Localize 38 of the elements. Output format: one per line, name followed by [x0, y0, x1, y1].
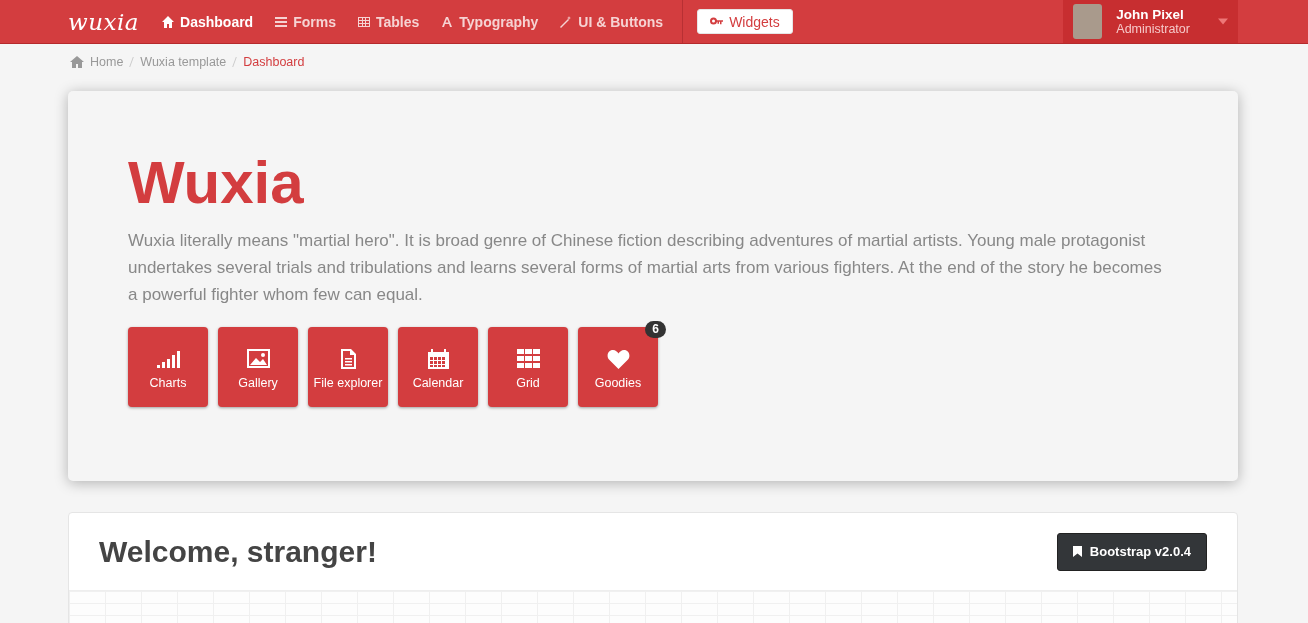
breadcrumb-link[interactable]: Home — [90, 55, 124, 69]
letter-icon — [441, 15, 454, 28]
grid-icon — [516, 348, 540, 369]
tile-button[interactable]: Calendar — [398, 327, 478, 407]
tile-button[interactable]: File explorer — [308, 327, 388, 407]
table-icon — [357, 15, 370, 28]
breadcrumb-link[interactable]: Dashboard — [243, 55, 305, 69]
tile-button[interactable]: Grid — [488, 327, 568, 407]
hero-text: Wuxia literally means "martial hero". It is broad genre of Chinese fiction describing adventures of martial artists. Young male protagonist undertakes several trials and tribulations and learns several forms of martial arts from various fighters. At the end of the story he becomes a powerful fighter whom few can equal. — [128, 230, 1163, 306]
hero-title: Wuxia — [128, 148, 305, 218]
avatar-photo-placeholder — [1073, 4, 1103, 39]
bookmark-icon — [1072, 546, 1082, 557]
count-badge: 6 — [645, 321, 666, 338]
nav-link[interactable]: Tables — [346, 13, 431, 30]
bootstrap-button[interactable]: Bootstrap v2.0.4 — [1056, 532, 1207, 571]
user-name: John Pixel — [1116, 7, 1185, 22]
logo[interactable]: wuxia — [68, 8, 140, 35]
calendar-icon — [426, 348, 450, 369]
signal-bars-icon — [156, 348, 180, 369]
tile-button[interactable]: Charts — [128, 327, 208, 407]
home-icon — [70, 56, 84, 68]
wand-icon — [560, 15, 573, 28]
nav-link[interactable]: Dashboard — [151, 13, 265, 30]
user-role: Administrator — [1116, 21, 1190, 36]
tile-button[interactable]: Gallery — [218, 327, 298, 407]
list-icon — [275, 15, 288, 28]
home-icon — [162, 15, 175, 28]
nav-link[interactable]: Forms — [264, 13, 347, 30]
key-icon — [710, 17, 724, 26]
welcome-title: Welcome, stranger! — [99, 534, 377, 569]
widgets-button[interactable]: Widgets — [697, 9, 793, 34]
user-menu[interactable]: John Pixel Administrator — [1063, 0, 1238, 43]
breadcrumb-link[interactable]: Wuxia template — [140, 55, 227, 69]
picture-icon — [246, 348, 270, 369]
caret-icon — [1217, 18, 1228, 25]
heart-icon — [606, 348, 630, 369]
nav-link[interactable]: Typography — [430, 13, 550, 30]
nav-link[interactable]: UI & Buttons — [549, 13, 675, 30]
